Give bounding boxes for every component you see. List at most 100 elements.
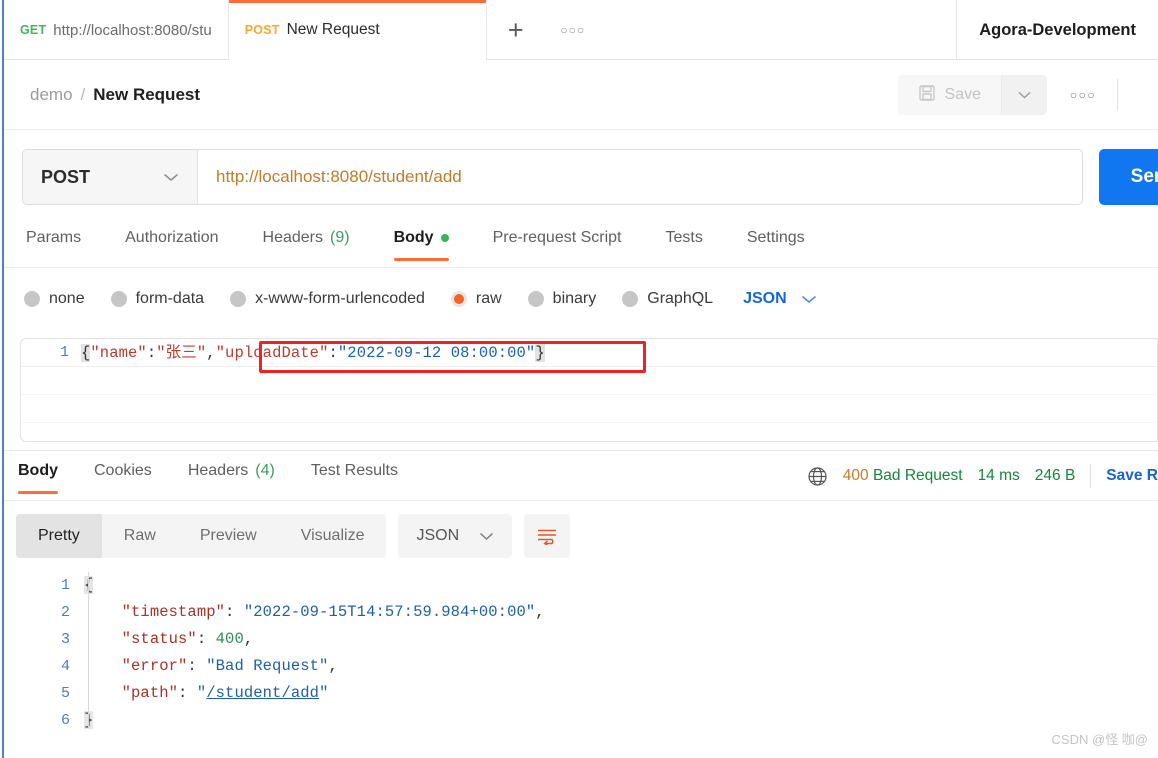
save-button-label: Save — [944, 86, 981, 103]
request-more-icon[interactable]: ○○○ — [1055, 75, 1111, 115]
response-view-visualize[interactable]: Visualize — [279, 514, 387, 558]
tab-count: (4) — [255, 462, 275, 479]
chevron-down-icon — [1018, 91, 1031, 99]
response-tab-body[interactable]: Body — [14, 458, 76, 494]
body-format-select[interactable]: JSON — [743, 290, 817, 308]
tab-settings[interactable]: Settings — [725, 225, 827, 261]
body-mode-binary[interactable]: binary — [527, 290, 596, 308]
json-comma: , — [206, 344, 216, 362]
radio-icon — [24, 291, 40, 307]
json-key-status: "status" — [121, 630, 197, 648]
radio-label: none — [49, 290, 85, 307]
request-tab-get-student[interactable]: GET http://localhost:8080/stu — [4, 0, 229, 60]
new-tab-button[interactable]: + — [487, 0, 545, 60]
line-number: 1 — [59, 344, 69, 361]
json-close-brace: } — [535, 344, 545, 362]
request-body-code[interactable]: {"name":"张三","uploadDate":"2022-09-12 08… — [81, 339, 545, 367]
response-format-select[interactable]: JSON — [398, 514, 513, 558]
request-tab-new-request[interactable]: POST New Request — [228, 0, 487, 60]
response-body-viewer[interactable]: 1 { 2 "timestamp": "2022-09-15T14:57:59.… — [16, 572, 1158, 758]
globe-icon[interactable] — [807, 466, 828, 487]
response-view-pretty[interactable]: Pretty — [16, 514, 102, 558]
request-body-editor[interactable]: 1 {"name":"张三","uploadDate":"2022-09-12 … — [20, 338, 1158, 442]
json-value-path-link[interactable]: /student/add — [206, 684, 319, 702]
save-options-button[interactable] — [1001, 75, 1047, 115]
body-mode-form-data[interactable]: form-data — [110, 290, 205, 308]
json-colon: : — [187, 657, 207, 675]
json-key-name: "name" — [90, 344, 147, 362]
request-url-input[interactable] — [198, 150, 1082, 204]
body-modified-dot-icon — [440, 234, 449, 242]
url-row: POST Send — [22, 149, 1158, 205]
radio-icon — [622, 291, 639, 307]
save-response-button[interactable]: Save R — [1106, 467, 1158, 485]
body-mode-x-www-form-urlencoded[interactable]: x-www-form-urlencoded — [230, 290, 425, 308]
body-mode-none[interactable]: none — [24, 290, 85, 308]
tab-label: Body — [18, 462, 58, 479]
radio-label: raw — [475, 290, 502, 307]
response-view-preview[interactable]: Preview — [178, 514, 279, 558]
tab-params[interactable]: Params — [22, 225, 103, 261]
response-line: 6 } — [16, 707, 1158, 734]
http-method-select[interactable]: POST — [23, 150, 198, 204]
send-button[interactable]: Send — [1098, 149, 1158, 205]
save-button[interactable]: Save — [897, 75, 1001, 115]
radio-icon — [230, 291, 247, 307]
word-wrap-toggle[interactable] — [524, 514, 571, 558]
tab-label: Tests — [665, 229, 703, 246]
json-quote-open: " — [196, 684, 207, 702]
response-tabs-underline — [4, 500, 1158, 501]
json-comma: , — [328, 657, 338, 675]
response-format-value: JSON — [416, 527, 460, 544]
tab-title: New Request — [286, 21, 380, 38]
tab-method-label: POST — [244, 23, 280, 37]
tab-pre-request-script[interactable]: Pre-request Script — [471, 225, 644, 261]
json-colon: : — [178, 684, 197, 702]
line-number: 6 — [60, 712, 70, 729]
chevron-down-icon — [479, 529, 494, 544]
response-line: 5 "path": "/student/add" — [16, 680, 1158, 707]
json-value-timestamp: "2022-09-15T14:57:59.984+00:00" — [243, 603, 536, 621]
tab-label: Test Results — [310, 462, 398, 479]
response-tab-cookies[interactable]: Cookies — [76, 458, 170, 494]
tab-headers[interactable]: Headers (9) — [241, 225, 372, 261]
line-number: 1 — [60, 577, 70, 594]
json-open-brace: { — [81, 344, 91, 362]
tab-label: Body — [393, 229, 434, 246]
response-tab-test-results[interactable]: Test Results — [293, 458, 416, 494]
breadcrumb-current: New Request — [93, 85, 201, 104]
tab-label: Params — [26, 229, 82, 246]
json-key-uploaddate: "uploadDate" — [215, 344, 329, 362]
response-tab-headers[interactable]: Headers (4) — [170, 458, 293, 494]
workspace-name[interactable]: Agora-Development — [957, 0, 1158, 60]
json-value-error: "Bad Request" — [206, 657, 329, 675]
action-divider — [1117, 79, 1118, 111]
response-line: 4 "error": "Bad Request", — [16, 653, 1158, 680]
response-code: "path": "/student/add" — [84, 680, 329, 707]
tab-label: Authorization — [125, 229, 219, 246]
postman-window: GET http://localhost:8080/stu POST New R… — [0, 0, 1158, 758]
tab-tests[interactable]: Tests — [644, 225, 725, 261]
response-line: 2 "timestamp": "2022-09-15T14:57:59.984+… — [16, 599, 1158, 626]
json-key-path: "path" — [121, 684, 179, 702]
fold-rail — [88, 572, 89, 727]
radio-label: x-www-form-urlencoded — [255, 290, 425, 307]
response-view-toolbar: Pretty Raw Preview Visualize JSON — [16, 514, 571, 558]
tab-authorization[interactable]: Authorization — [103, 225, 240, 261]
request-tabs-underline — [4, 267, 1158, 268]
tab-title: http://localhost:8080/stu — [53, 21, 212, 39]
editor-empty-line — [21, 367, 1157, 395]
tab-bar-spacer — [601, 0, 958, 59]
breadcrumb-parent[interactable]: demo — [30, 85, 73, 105]
json-value-uploaddate: "2022-09-12 08:00:00" — [337, 344, 536, 362]
body-mode-graphql[interactable]: GraphQL — [622, 290, 713, 308]
breadcrumb-row: demo / New Request Save ○○○ — [4, 61, 1158, 130]
editor-empty-line — [21, 423, 1157, 441]
radio-label: form-data — [135, 290, 205, 307]
tab-bar-more-icon[interactable]: ○○○ — [545, 0, 601, 60]
tab-body[interactable]: Body — [372, 225, 471, 261]
body-mode-raw[interactable]: raw — [450, 290, 502, 308]
breadcrumb-actions: Save ○○○ — [897, 75, 1158, 115]
response-view-raw[interactable]: Raw — [102, 514, 178, 558]
meta-divider — [1090, 464, 1092, 488]
